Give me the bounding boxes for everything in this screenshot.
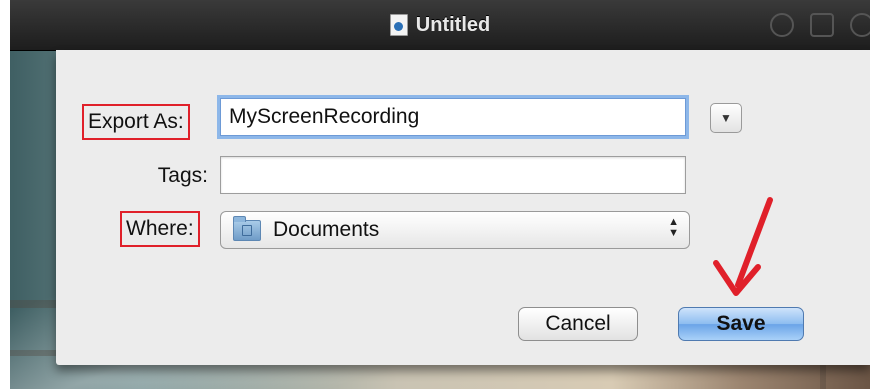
window-title: Untitled [10,0,870,50]
folder-icon [233,215,261,241]
chevron-down-icon: ▼ [720,111,732,125]
export-as-field[interactable] [220,98,686,136]
where-popup[interactable]: Documents ▲ ▼ [220,211,690,249]
expand-dialog-button[interactable]: ▼ [710,103,742,133]
toolbar-icon[interactable] [850,13,870,37]
share-icon[interactable] [810,13,834,37]
tags-field[interactable] [220,156,686,194]
save-button[interactable]: Save [678,307,804,341]
document-icon [389,14,408,36]
where-value: Documents [273,218,380,241]
where-label: Where: [120,211,200,247]
export-as-label: Export As: [82,104,190,140]
cancel-button[interactable]: Cancel [518,307,638,341]
record-icon[interactable] [770,13,794,37]
window-title-text: Untitled [415,13,491,36]
stepper-icon: ▲ ▼ [668,216,679,239]
red-arrow-icon [713,197,773,296]
title-bar: Untitled [10,0,870,51]
tags-label: Tags: [157,164,208,187]
